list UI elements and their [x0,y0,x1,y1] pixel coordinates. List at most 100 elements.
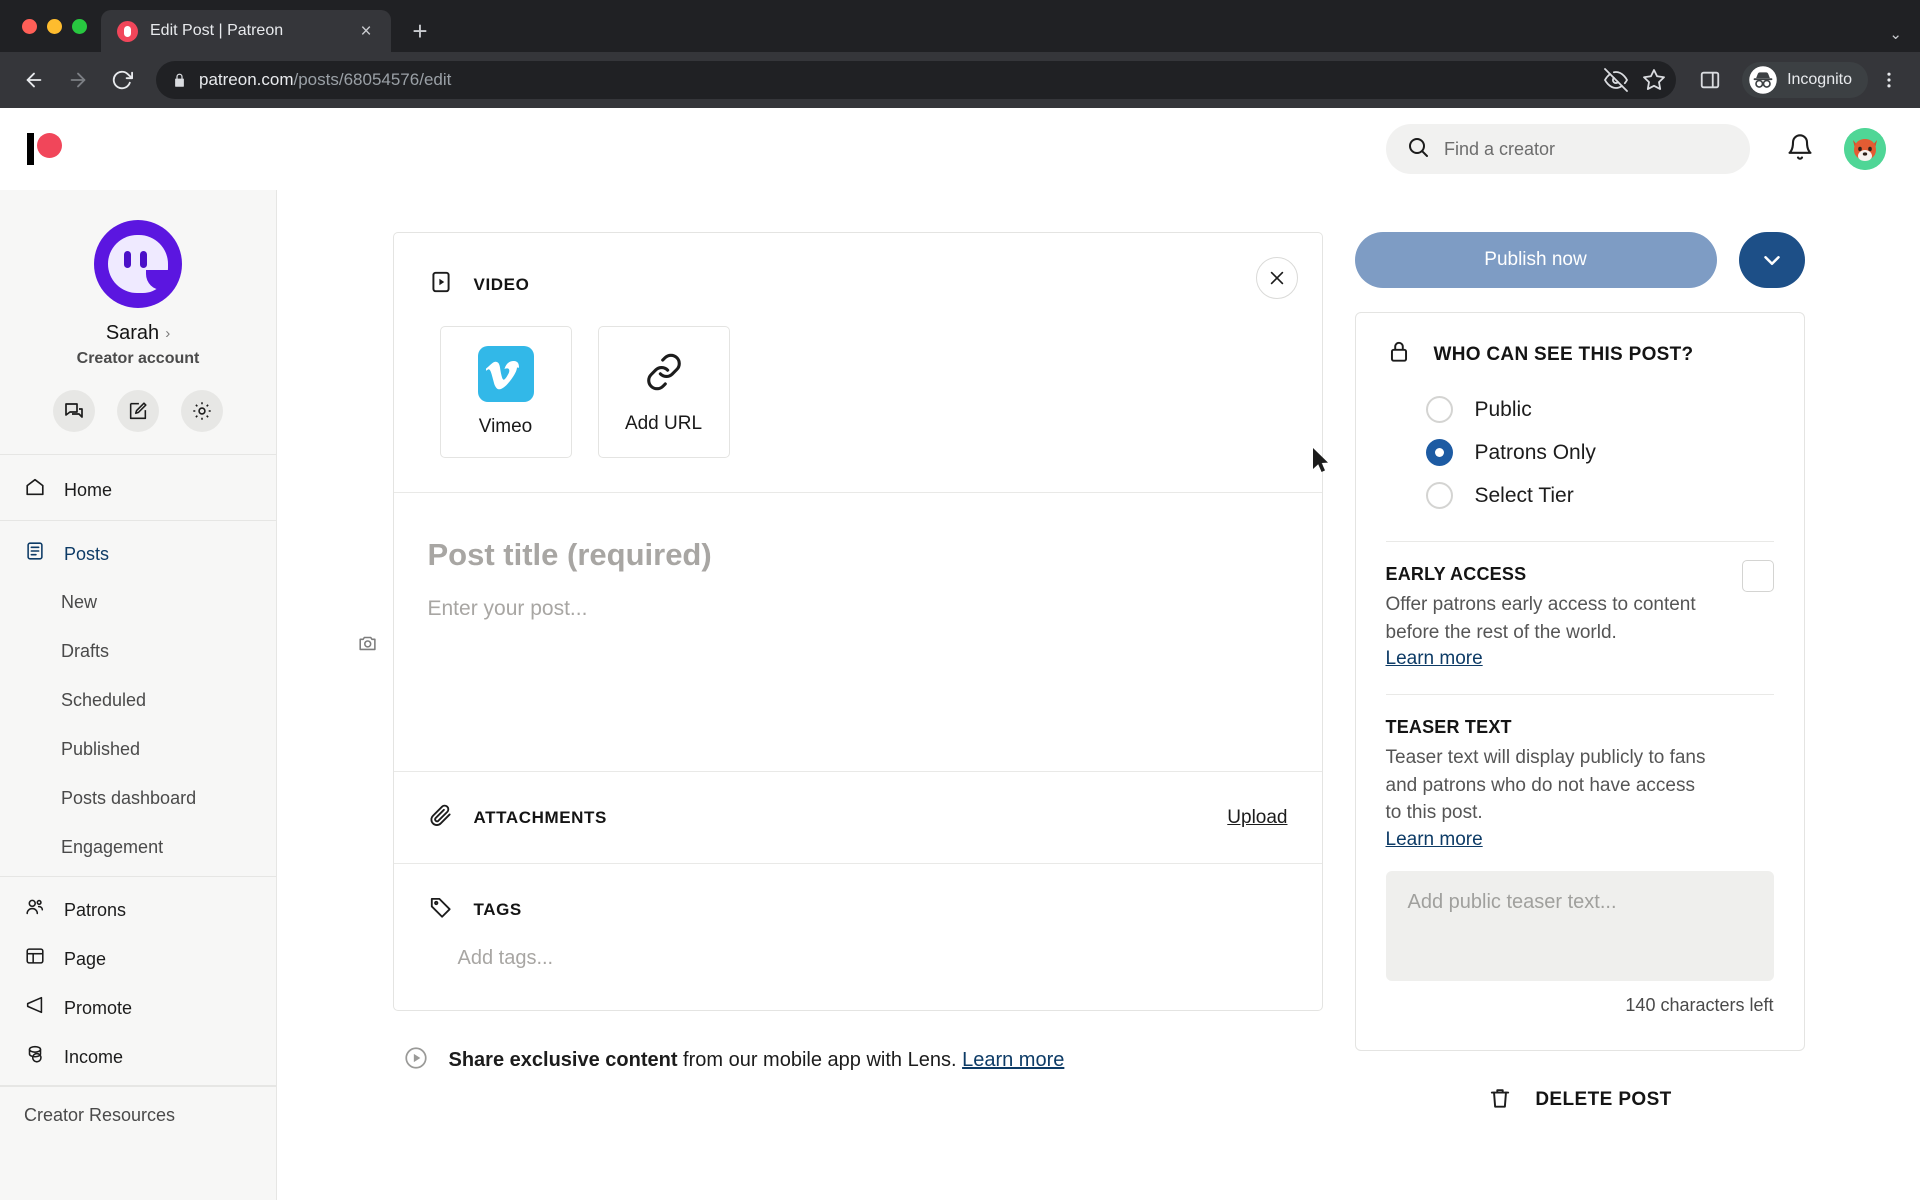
post-body-field[interactable]: Enter your post... [394,573,1322,771]
video-section-title: VIDEO [473,274,530,294]
early-access-checkbox[interactable] [1741,560,1774,592]
creator-name: Sarah [105,322,160,344]
lock-icon [172,73,187,88]
creator-name-button[interactable]: Sarah › [106,322,170,345]
sidebar-item-posts[interactable]: Posts [0,529,276,578]
teaser-learn-more-link[interactable]: Learn more [1386,829,1483,851]
delete-post-label: DELETE POST [1535,1089,1672,1111]
lens-promo-text: Share exclusive content from our mobile … [449,1049,1065,1072]
url-text: patreon.com/posts/68054576/edit [199,70,451,90]
radio-label: Patrons Only [1474,440,1596,464]
sidebar-item-creator-resources[interactable]: Creator Resources [0,1086,276,1126]
early-access-title: EARLY ACCESS [1385,564,1527,584]
sidebar-item-label: Posts [64,543,110,564]
sidebar-item-published[interactable]: Published [0,725,276,774]
attachments-header: ATTACHMENTS [428,802,1228,833]
camera-icon[interactable] [357,632,379,659]
sidebar-profile: Sarah › Creator account [0,190,276,455]
sidebar: Sarah › Creator account Home Posts New D… [0,190,277,1200]
reload-button[interactable] [102,60,142,100]
profile-action-buttons [53,390,223,432]
edit-icon[interactable] [117,390,159,432]
maximize-window-button[interactable] [72,18,87,34]
lens-play-icon [403,1045,429,1076]
lens-learn-more-link[interactable]: Learn more [962,1049,1064,1071]
nav-group-home: Home [0,459,276,521]
chat-icon[interactable] [53,390,95,432]
incognito-icon [1748,65,1778,95]
sidebar-item-scheduled[interactable]: Scheduled [0,676,276,725]
sidebar-item-page[interactable]: Page [0,934,276,983]
sidebar-item-label: Patrons [64,899,127,920]
bookmark-star-icon[interactable] [1642,68,1666,92]
radio-patrons-only[interactable]: Patrons Only [1425,431,1774,474]
sidebar-item-drafts[interactable]: Drafts [0,627,276,676]
vimeo-tile[interactable]: Vimeo [439,326,572,458]
nav-group-main: Patrons Page Promote Income [0,877,276,1086]
tags-input[interactable]: Add tags... [428,925,1288,970]
search-input[interactable]: Find a creator [1386,124,1750,174]
sidebar-item-engagement[interactable]: Engagement [0,823,276,872]
browser-window: Edit Post | Patreon × + ⌄ patreon.com/po… [0,0,1920,1200]
sidebar-item-posts-dashboard[interactable]: Posts dashboard [0,774,276,823]
page-icon [24,945,46,972]
radio-public[interactable]: Public [1425,388,1774,431]
creator-role: Creator account [76,350,200,367]
post-title-field[interactable]: Post title (required) [394,493,1322,573]
close-video-section-button[interactable] [1255,257,1298,299]
forward-button[interactable] [58,60,98,100]
post-editor-column: VIDEO Vimeo Add URL Post title (required… [358,232,1323,1200]
page-body: Sarah › Creator account Home Posts New D… [0,190,1920,1200]
eye-slash-icon[interactable] [1604,68,1629,92]
upload-link[interactable]: Upload [1227,807,1287,829]
browser-menu-icon[interactable] [1872,70,1906,90]
video-section-header: VIDEO [394,233,1322,300]
sidebar-item-new[interactable]: New [0,578,276,627]
visibility-title: WHO CAN SEE THIS POST? [1433,343,1694,365]
back-button[interactable] [14,60,54,100]
sidebar-item-income[interactable]: Income [0,1032,276,1081]
browser-tab[interactable]: Edit Post | Patreon × [101,10,391,52]
teaser-textarea[interactable]: Add public teaser text... [1385,870,1774,981]
lock-icon [1386,339,1412,370]
gear-icon[interactable] [181,390,223,432]
lens-promo-row: Share exclusive content from our mobile … [393,1011,1323,1116]
incognito-profile-button[interactable]: Incognito [1742,62,1868,98]
close-window-button[interactable] [22,18,37,34]
post-editor-card: VIDEO Vimeo Add URL Post title (required… [392,232,1323,1011]
early-access-learn-more-link[interactable]: Learn more [1386,648,1483,670]
add-url-tile[interactable]: Add URL [597,326,730,458]
lens-promo-rest: from our mobile app with Lens. [677,1049,963,1071]
new-tab-button[interactable]: + [399,10,441,52]
side-panel-icon[interactable] [1690,60,1730,100]
close-tab-icon[interactable]: × [353,18,379,44]
sidebar-item-home[interactable]: Home [0,465,276,514]
sidebar-item-promote[interactable]: Promote [0,983,276,1032]
attachments-title: ATTACHMENTS [473,807,607,827]
patreon-favicon-icon [117,20,138,42]
search-placeholder: Find a creator [1444,138,1556,159]
tag-icon [428,894,454,925]
creator-avatar[interactable] [94,220,182,308]
publish-options-chevron-icon[interactable] [1738,232,1805,288]
notifications-bell-icon[interactable] [1786,133,1814,166]
publish-now-button[interactable]: Publish now [1354,232,1717,288]
teaser-title: TEASER TEXT [1385,717,1512,738]
radio-indicator [1425,482,1453,509]
paperclip-icon [428,802,454,833]
minimize-window-button[interactable] [47,18,62,34]
page-content: Find a creator Sarah › Creator account H… [0,108,1920,1200]
sidebar-item-patrons[interactable]: Patrons [0,885,276,934]
radio-select-tier[interactable]: Select Tier [1425,474,1774,517]
home-icon [24,476,46,503]
address-bar[interactable]: patreon.com/posts/68054576/edit [156,61,1677,99]
user-avatar[interactable] [1844,128,1886,170]
sidebar-item-label: Home [64,479,113,500]
trash-icon [1487,1085,1513,1116]
url-domain: patreon.com [199,70,294,89]
visibility-radio-group: Public Patrons Only Select Tier [1386,370,1774,517]
delete-post-button[interactable]: DELETE POST [1355,1085,1805,1116]
patreon-logo-icon[interactable] [26,130,64,168]
tab-list-chevron-icon[interactable]: ⌄ [1889,25,1902,43]
post-title-placeholder: Post title (required) [427,537,712,572]
